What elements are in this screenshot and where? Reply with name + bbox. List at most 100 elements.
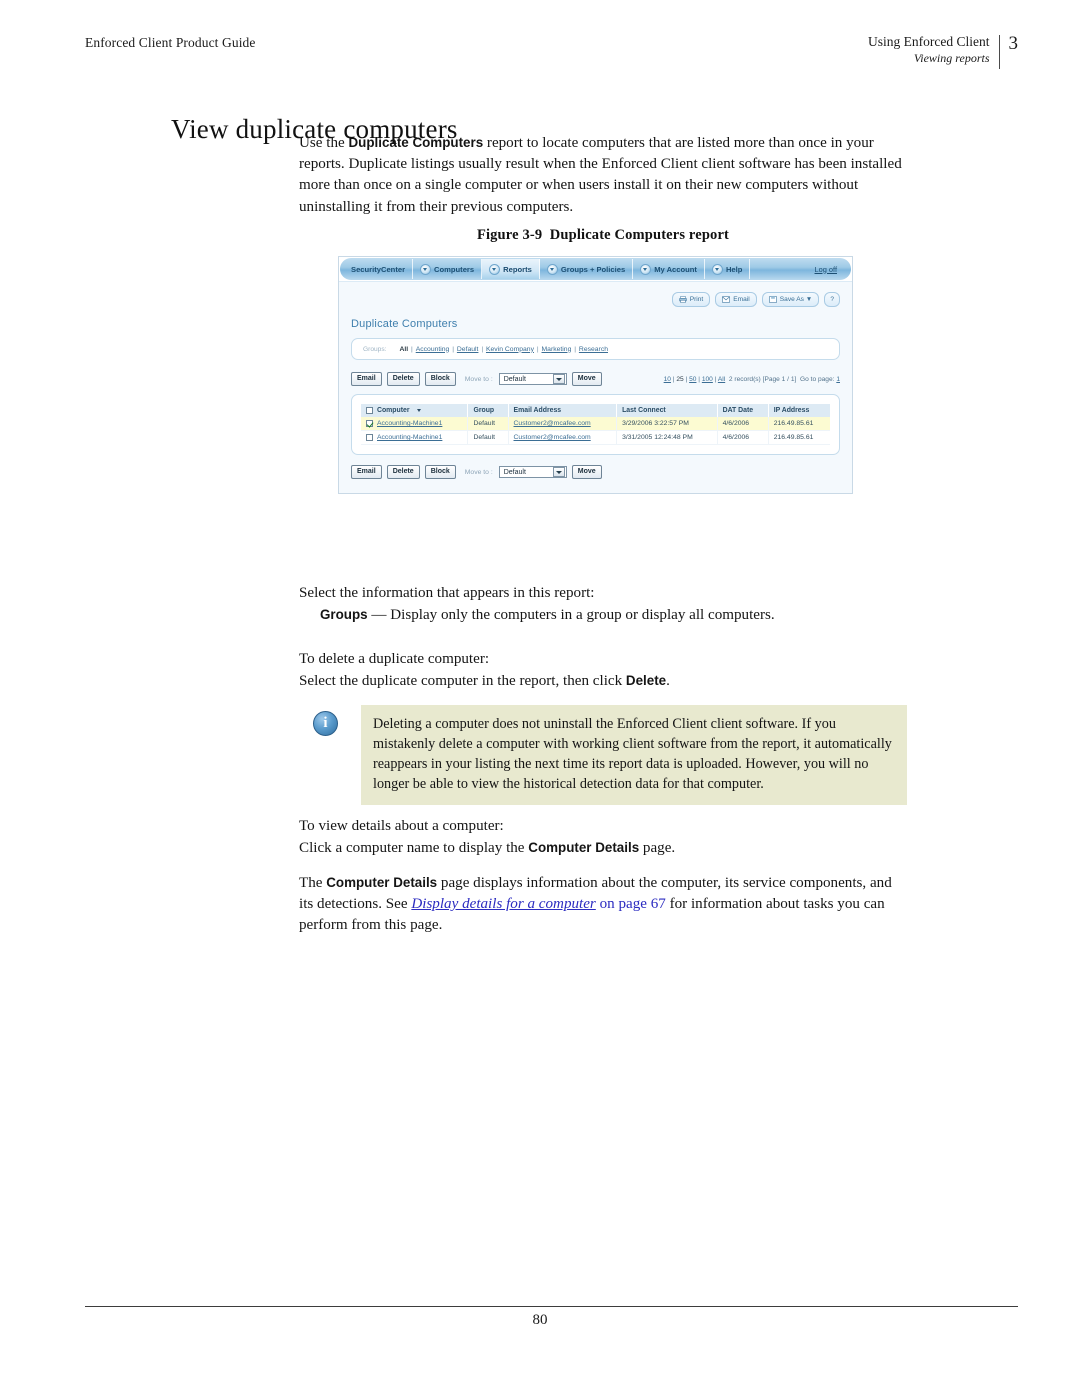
- view-details-block: To view details about a computer: Click …: [299, 816, 907, 859]
- page-size-10[interactable]: 10: [664, 376, 671, 383]
- info-note-text: Deleting a computer does not uninstall t…: [373, 716, 892, 792]
- row-checkbox[interactable]: [366, 420, 373, 427]
- print-button[interactable]: Print: [671, 292, 711, 307]
- groups-link-default[interactable]: Default: [457, 346, 479, 353]
- block-action-button-bottom[interactable]: Block: [424, 465, 456, 479]
- email-button[interactable]: Email: [715, 292, 757, 307]
- table-row[interactable]: Accounting-Machine1 Default Customer2@mc…: [361, 417, 830, 431]
- cell-group: Default: [467, 417, 509, 431]
- move-to-select-value-bottom: Default: [503, 468, 526, 476]
- page-size-25[interactable]: 25: [676, 376, 683, 383]
- delete-action-button-bottom[interactable]: Delete: [386, 465, 420, 479]
- nav-item-groups-policies[interactable]: Groups + Policies: [540, 259, 634, 279]
- record-count: 2 record(s): [728, 375, 761, 383]
- help-button[interactable]: ?: [824, 292, 840, 307]
- header-section-title: Viewing reports: [913, 51, 990, 65]
- groups-link-accounting[interactable]: Accounting: [416, 346, 450, 353]
- nav-item-help[interactable]: Help: [705, 259, 751, 279]
- nav-label-computers: Computers: [434, 264, 475, 274]
- cell-email: Customer2@mcafee.com: [508, 430, 618, 445]
- nav-item-reports[interactable]: Reports: [482, 259, 540, 279]
- column-last-connect[interactable]: Last Connect: [616, 404, 718, 417]
- computer-name-link[interactable]: Accounting-Machine1: [377, 420, 442, 427]
- disk-icon: [769, 296, 777, 303]
- cross-reference-page[interactable]: on page 67: [596, 896, 666, 912]
- header-chapter-number: 3: [1008, 33, 1019, 54]
- move-button-top[interactable]: Move: [571, 372, 602, 386]
- report-toolbar: Print Email Save As ▼ ?: [351, 292, 840, 307]
- intro-text-1: Use the: [299, 135, 349, 151]
- report-body: Print Email Save As ▼ ? Duplicate Comput…: [339, 281, 852, 493]
- info-icon: i: [313, 711, 338, 736]
- column-group[interactable]: Group: [467, 404, 509, 417]
- email-action-button-bottom[interactable]: Email: [351, 465, 382, 479]
- save-as-button[interactable]: Save As ▼: [761, 292, 820, 307]
- intro-paragraph-block: Use the Duplicate Computers report to lo…: [299, 132, 907, 218]
- column-computer[interactable]: Computer: [361, 404, 469, 417]
- email-button-label: Email: [733, 296, 750, 303]
- groups-link-kevin-company[interactable]: Kevin Company: [486, 346, 534, 353]
- move-button-bottom[interactable]: Move: [571, 465, 602, 479]
- email-address-link[interactable]: Customer2@mcafee.com: [514, 420, 591, 427]
- groups-link-all[interactable]: All: [399, 346, 408, 353]
- info-note-body: Deleting a computer does not uninstall t…: [361, 705, 907, 805]
- print-button-label: Print: [689, 296, 704, 303]
- chevron-down-icon: [711, 263, 723, 275]
- block-action-button-top[interactable]: Block: [424, 372, 456, 386]
- goto-page-value[interactable]: 1: [836, 376, 840, 383]
- column-computer-inner: Computer: [366, 407, 462, 414]
- cell-computer-inner: Accounting-Machine1: [366, 420, 462, 427]
- email-action-button-top[interactable]: Email: [351, 372, 382, 386]
- column-dat-date[interactable]: DAT Date: [717, 404, 769, 417]
- action-row-top: Email Delete Block Move to : Default Mov…: [351, 372, 840, 386]
- select-all-checkbox[interactable]: [366, 407, 373, 414]
- nav-item-computers[interactable]: Computers: [413, 259, 483, 279]
- table-row[interactable]: Accounting-Machine1 Default Customer2@mc…: [361, 430, 830, 445]
- footer-divider: [85, 1306, 1018, 1307]
- column-email-address[interactable]: Email Address: [508, 404, 618, 417]
- chevron-down-icon: [552, 374, 565, 384]
- nav-item-my-account[interactable]: My Account: [633, 259, 705, 279]
- cross-reference-link[interactable]: Display details for a computer: [411, 896, 595, 912]
- page-size-all[interactable]: All: [718, 376, 725, 383]
- row-checkbox[interactable]: [366, 434, 373, 441]
- email-address-link[interactable]: Customer2@mcafee.com: [514, 434, 591, 441]
- cell-ip-address: 216.49.85.61: [768, 430, 830, 445]
- nav-label-my-account: My Account: [654, 264, 697, 274]
- column-ip-address[interactable]: IP Address: [768, 404, 830, 417]
- cell-ip-address: 216.49.85.61: [768, 417, 830, 431]
- move-to-select-top[interactable]: Default: [498, 373, 567, 385]
- groups-definition: Groups — Display only the computers in a…: [320, 604, 907, 626]
- move-to-label-top: Move to :: [464, 375, 493, 383]
- move-to-label-bottom: Move to :: [464, 468, 493, 476]
- chevron-down-icon: [552, 467, 565, 477]
- figure-caption-label: Figure 3-9: [476, 227, 543, 243]
- page-size-50[interactable]: 50: [689, 376, 696, 383]
- move-to-select-bottom[interactable]: Default: [498, 466, 567, 478]
- page-running-header: Enforced Client Product Guide Using Enfo…: [85, 34, 1018, 74]
- computer-name-link[interactable]: Accounting-Machine1: [377, 434, 442, 441]
- envelope-icon: [722, 296, 731, 303]
- chevron-down-icon: [546, 263, 558, 275]
- goto-page-label: Go to page:: [800, 375, 835, 383]
- delete-action-button-top[interactable]: Delete: [386, 372, 420, 386]
- table-head: Computer Group Email Address Last Connec…: [361, 404, 830, 417]
- click-bold-term: Computer Details: [528, 840, 640, 856]
- results-table-container: Computer Group Email Address Last Connec…: [351, 394, 840, 455]
- info-note: i Deleting a computer does not uninstall…: [313, 705, 907, 805]
- groups-link-marketing[interactable]: Marketing: [542, 346, 572, 353]
- groups-link-research[interactable]: Research: [579, 346, 608, 353]
- nav-label-groups-policies: Groups + Policies: [560, 264, 626, 274]
- table-header-row: Computer Group Email Address Last Connec…: [361, 404, 830, 417]
- chevron-down-icon: [489, 263, 501, 275]
- cell-computer: Accounting-Machine1: [361, 430, 469, 445]
- delete-instructions-block: To delete a duplicate computer: Select t…: [299, 649, 907, 692]
- final-paragraph: The Computer Details page displays infor…: [299, 872, 907, 937]
- cell-dat-date: 4/6/2006: [717, 430, 769, 445]
- nav-label-reports: Reports: [503, 264, 532, 274]
- nav-item-securitycenter[interactable]: SecurityCenter: [344, 259, 414, 279]
- page-size-100[interactable]: 100: [702, 376, 713, 383]
- logoff-link[interactable]: Log off: [815, 265, 847, 274]
- delete-bold-term: Delete: [625, 673, 667, 689]
- final-paragraph-block: The Computer Details page displays infor…: [299, 872, 907, 937]
